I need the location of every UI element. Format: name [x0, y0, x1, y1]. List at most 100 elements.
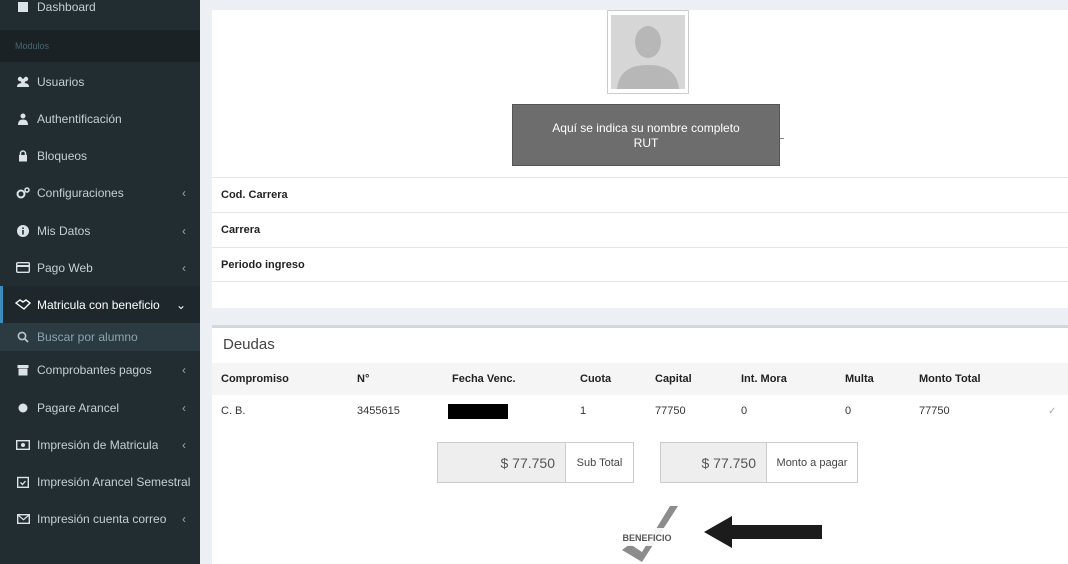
circle-icon	[15, 403, 31, 413]
cell-fecha-venc	[448, 395, 508, 427]
cell-monto-total: 77750	[919, 405, 950, 417]
info-row-cod-carrera: Cod. Carrera	[212, 177, 1068, 212]
sidebar-item-label: Authentificación	[37, 111, 122, 126]
chevron-left-icon: ‹	[182, 260, 186, 275]
chevron-left-icon: ‹	[182, 511, 186, 526]
carrera-label: Carrera	[221, 224, 261, 236]
lock-icon	[15, 149, 31, 162]
chevron-left-icon: ‹	[182, 362, 186, 377]
row-checkbox[interactable]: ✓	[1048, 395, 1056, 427]
chevron-down-icon: ⌄	[175, 297, 186, 312]
subtotal-group: $ 77.750 Sub Total	[437, 442, 634, 483]
student-info-panel: Aquí se indica su nombre completo RUT Co…	[212, 10, 1068, 308]
sidebar-item-label: Comprobantes pagos	[37, 362, 152, 377]
chevron-left-icon: ‹	[182, 400, 186, 415]
money-icon	[15, 439, 31, 450]
sidebar-section-header: Modulos	[0, 30, 200, 62]
info-icon	[15, 224, 31, 237]
header-multa: Multa	[845, 373, 874, 385]
sidebar-item-pagare-arancel[interactable]: Pagare Arancel ‹	[0, 389, 200, 426]
cell-compromiso: C. B.	[221, 405, 246, 417]
sidebar-item-impresion-arancel-semestral[interactable]: Impresión Arancel Semestral	[0, 463, 200, 500]
chevron-left-icon: ‹	[182, 185, 186, 200]
dashboard-icon	[15, 1, 31, 13]
tooltip-name-text: Aquí se indica su nombre completo	[552, 121, 740, 135]
sidebar-item-bloqueos[interactable]: Bloqueos	[0, 137, 200, 174]
redacted-date	[448, 403, 508, 419]
monto-a-pagar-label: Monto a pagar	[767, 443, 857, 482]
sidebar-item-matricula-con-beneficio[interactable]: Matricula con beneficio ⌄	[0, 286, 200, 323]
sidebar-item-pago-web[interactable]: Pago Web ‹	[0, 249, 200, 286]
sidebar: Dashboard Modulos Usuarios Authentificac…	[0, 0, 200, 564]
sidebar-item-label: Impresión cuenta correo	[37, 511, 167, 526]
beneficio-label: BENEFICIO	[622, 533, 671, 543]
sidebar-item-impresion-de-matricula[interactable]: Impresión de Matricula ‹	[0, 426, 200, 463]
periodo-ingreso-label: Periodo ingreso	[221, 258, 305, 271]
tooltip-pointer	[780, 138, 784, 139]
envelope-icon	[15, 513, 31, 524]
calendar-check-icon	[15, 476, 31, 488]
cell-numero: 3455615	[357, 405, 400, 417]
header-int-mora: Int. Mora	[741, 373, 787, 385]
deudas-panel: Deudas Compromiso N° Fecha Venc. Cuota C…	[212, 325, 1068, 564]
sidebar-item-dashboard[interactable]: Dashboard	[0, 0, 200, 22]
chevron-left-icon: ‹	[182, 437, 186, 452]
user-icon	[15, 113, 31, 125]
beneficio-check-icon: BENEFICIO	[622, 506, 678, 562]
header-capital: Capital	[655, 373, 692, 385]
cod-carrera-label: Cod. Carrera	[221, 189, 288, 201]
sidebar-item-label: Buscar por alumno	[37, 330, 138, 344]
main-content: Aquí se indica su nombre completo RUT Co…	[200, 0, 1068, 564]
cell-cuota: 1	[580, 405, 587, 417]
user-silhouette-icon	[611, 15, 685, 89]
beneficio-button[interactable]: BENEFICIO	[620, 504, 680, 564]
archive-icon	[15, 364, 31, 376]
header-numero: N°	[357, 373, 370, 385]
sidebar-item-authentificacion[interactable]: Authentificación	[0, 100, 200, 137]
sidebar-item-label: Dashboard	[37, 0, 96, 14]
tooltip-rut-text: RUT	[633, 136, 659, 150]
info-row-periodo-ingreso: Periodo ingreso	[212, 247, 1068, 282]
header-compromiso: Compromiso	[221, 373, 289, 385]
name-rut-tooltip: Aquí se indica su nombre completo RUT	[512, 104, 780, 166]
credit-card-icon	[15, 262, 31, 273]
sidebar-item-buscar-por-alumno[interactable]: Buscar por alumno	[0, 323, 200, 351]
search-icon	[15, 331, 31, 343]
users-icon	[15, 76, 31, 88]
deudas-title: Deudas	[223, 336, 275, 353]
sidebar-item-label: Pagare Arancel	[37, 400, 120, 415]
info-row-carrera: Carrera	[212, 212, 1068, 247]
monto-a-pagar-group: $ 77.750 Monto a pagar	[660, 442, 858, 483]
sidebar-item-label: Configuraciones	[37, 185, 124, 200]
pointer-arrow	[704, 514, 822, 550]
app: Dashboard Modulos Usuarios Authentificac…	[0, 0, 1068, 564]
header-monto-total: Monto Total	[919, 373, 981, 385]
header-cuota: Cuota	[580, 373, 612, 385]
sidebar-item-label: Matricula con beneficio	[37, 297, 160, 312]
sidebar-item-label: Bloqueos	[37, 148, 88, 163]
avatar	[607, 10, 689, 94]
arrow-left-icon	[704, 516, 822, 548]
sidebar-item-impresion-cuenta-correo[interactable]: Impresión cuenta correo ‹	[0, 500, 200, 537]
sidebar-item-label: Usuarios	[37, 74, 85, 89]
sidebar-item-label: Pago Web	[37, 260, 93, 275]
sidebar-item-label: Impresión de Matricula	[37, 437, 159, 452]
cell-multa: 0	[845, 405, 852, 417]
chevron-left-icon: ‹	[182, 223, 186, 238]
subtotal-label: Sub Total	[566, 443, 633, 482]
monto-a-pagar-value: $ 77.750	[661, 443, 767, 482]
cell-int-mora: 0	[741, 405, 748, 417]
cell-capital: 77750	[655, 405, 686, 417]
sidebar-item-usuarios[interactable]: Usuarios	[0, 63, 200, 100]
sidebar-item-label: Mis Datos	[37, 223, 91, 238]
sidebar-item-mis-datos[interactable]: Mis Datos ‹	[0, 212, 200, 249]
table-header: Compromiso N° Fecha Venc. Cuota Capital …	[212, 363, 1068, 395]
sidebar-item-label: Impresión Arancel Semestral	[37, 474, 191, 489]
sidebar-item-configuraciones[interactable]: Configuraciones ‹	[0, 174, 200, 211]
header-fecha-venc: Fecha Venc.	[452, 373, 516, 385]
subtotal-value: $ 77.750	[438, 443, 566, 482]
sidebar-item-comprobantes-pagos[interactable]: Comprobantes pagos ‹	[0, 351, 200, 388]
cogs-icon	[15, 186, 31, 199]
table-row: C. B. 3455615 1 77750 0 0 77750 ✓	[212, 395, 1068, 427]
handshake-icon	[15, 298, 31, 311]
